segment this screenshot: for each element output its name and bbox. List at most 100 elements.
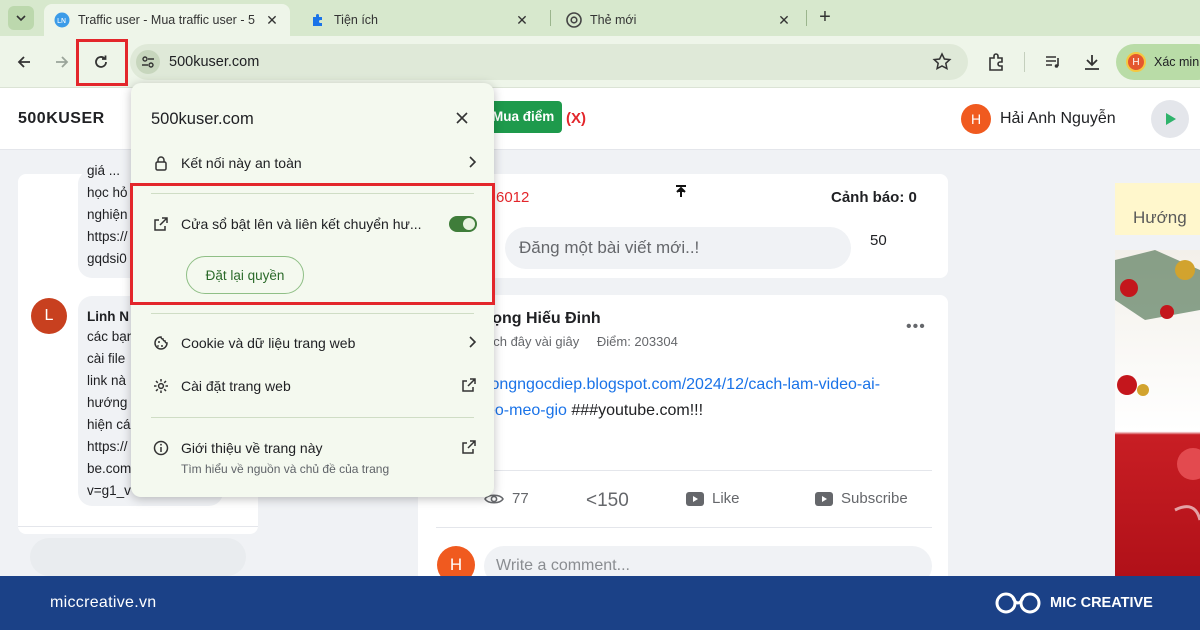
subscribe-button[interactable]: Subscribe [815,490,908,507]
commenter-name: Linh N [87,309,129,324]
post-link[interactable]: tongngocdiep.blogspot.com/2024/12/cach-l… [486,372,880,398]
forward-button[interactable] [50,50,74,74]
address-bar[interactable]: 500kuser.com [130,44,968,80]
playlist-icon [1046,56,1059,68]
views-count: 77 [512,490,529,507]
cookies-label: Cookie và dữ liệu trang web [181,335,356,351]
buy-points-close[interactable]: (X) [566,110,586,127]
avatar: H [1126,52,1146,72]
downloads-button[interactable] [1080,50,1104,74]
chat-message: các bạn cài file link nà hướng hiện cá h… [87,329,135,498]
youtube-icon [815,491,833,506]
divider [151,313,474,314]
profile-button[interactable]: H Xác min [1116,44,1200,80]
tab-traffic-user[interactable]: LN Traffic user - Mua traffic user - 5 ✕ [44,4,290,36]
tab-title: Traffic user - Mua traffic user - 5 [78,13,255,27]
mic-creative-logo-icon [995,592,1041,614]
footer-website[interactable]: miccreative.vn [50,594,156,612]
highlight-reload [76,39,128,86]
post-meta: ách đây vài giây Điểm: 203304 [486,334,692,349]
play-button[interactable] [1151,100,1189,138]
gear-icon [151,376,171,396]
info-sparkle-icon [151,438,171,458]
chevron-down-icon [16,15,26,22]
chevron-right-icon [467,155,477,171]
limit-stat: <150 [586,490,629,512]
tab-divider [550,10,551,26]
footer-bar: miccreative.vn MIC CREATIVE [0,576,1200,630]
site-settings-label: Cài đặt trang web [181,378,291,394]
secure-connection-label: Kết nối này an toàn [181,155,302,171]
new-post-input[interactable]: Đăng một bài viết mới..! [505,227,851,269]
post-link[interactable]: eo-meo-gio [486,402,567,419]
user-name[interactable]: Hải Anh Nguyễn [1000,110,1116,128]
bookmark-star-icon[interactable] [932,52,952,77]
close-icon[interactable]: ✕ [264,12,280,28]
chat-input[interactable] [30,538,246,576]
divider [18,526,258,527]
about-page-subtitle: Tìm hiểu về nguồn và chủ đề của trang [181,462,390,476]
footer-brand[interactable]: MIC CREATIVE [1050,595,1153,611]
divider [436,527,932,528]
arrow-left-icon [17,56,30,68]
limit-text: <150 [586,490,629,511]
more-options-icon[interactable]: ••• [906,318,926,336]
scroll-top-icon[interactable] [674,184,688,201]
open-in-new-icon [461,377,477,396]
tab-title: Thẻ mới [590,13,637,27]
site-info-button[interactable] [136,50,160,74]
close-icon[interactable] [453,109,471,127]
puzzle-icon [310,12,326,28]
highlight-popups-section [130,183,495,305]
post-points: Điểm: 203304 [596,334,678,349]
tab-new-tab[interactable]: Thẻ mới ✕ [556,4,802,36]
open-in-new-icon [461,439,477,458]
guide-banner[interactable]: Hướng [1115,183,1200,235]
site-logo[interactable]: 500KUSER [18,110,105,128]
tune-icon [142,56,154,68]
christmas-ad-image[interactable] [1115,250,1200,580]
url-text: 500kuser.com [169,54,260,70]
toolbar-divider [1024,52,1025,72]
tab-strip: LN Traffic user - Mua traffic user - 5 ✕… [0,0,1200,36]
like-button[interactable]: Like [686,490,740,507]
subscribe-label: Subscribe [841,490,908,507]
christmas-decoration-image [1115,250,1200,521]
popup-title: 500kuser.com [151,110,254,128]
tab-divider [806,10,807,26]
about-page-row[interactable]: Giới thiệu về trang này [151,437,477,459]
site-settings-row[interactable]: Cài đặt trang web [151,375,477,397]
tab-title: Tiện ích [334,13,379,27]
svg-text:LN: LN [57,17,66,25]
media-control-button[interactable] [1041,50,1065,74]
youtube-icon [686,491,704,506]
arrow-right-icon [56,56,69,68]
close-icon[interactable]: ✕ [514,12,530,28]
browser-toolbar: 500kuser.com H Xác min [0,36,1200,88]
tab-search-button[interactable] [8,6,34,30]
post-count: 50 [870,232,887,249]
profile-label: Xác min [1154,55,1200,69]
play-icon [1166,113,1176,125]
post-text-rest: ###youtube.com!!! [566,402,704,419]
chrome-icon [566,12,582,28]
new-tab-button[interactable]: + [814,6,836,28]
back-button[interactable] [12,50,36,74]
avatar: L [31,298,67,334]
code-number: 6012 [496,189,530,206]
tab-extensions[interactable]: Tiện ích ✕ [300,4,540,36]
site-favicon-icon: LN [54,12,70,28]
cookies-row[interactable]: Cookie và dữ liệu trang web [151,332,477,354]
chevron-right-icon [467,335,477,351]
divider [151,417,474,418]
download-icon [1085,55,1099,70]
close-icon[interactable]: ✕ [776,12,792,28]
post-text: eo-meo-gio ###youtube.com!!! [486,398,703,424]
avatar[interactable]: H [961,104,991,134]
warning-count: Cảnh báo: 0 [831,189,917,206]
guide-banner-text: Hướng [1133,208,1187,227]
extensions-button[interactable] [984,50,1008,74]
secure-connection-row[interactable]: Kết nối này an toàn [151,152,477,174]
poster-name[interactable]: rọng Hiếu Đinh [486,310,601,328]
like-label: Like [712,490,740,507]
